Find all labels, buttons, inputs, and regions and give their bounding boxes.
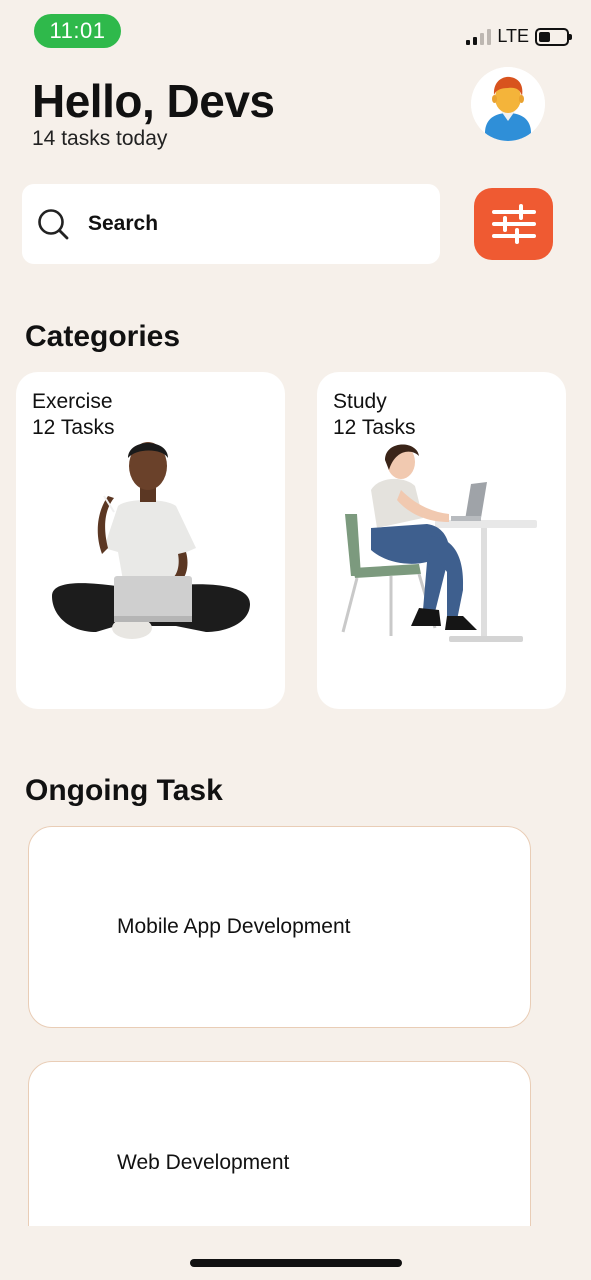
task-title: Web Development <box>117 1151 290 1174</box>
battery-icon <box>535 27 572 46</box>
avatar[interactable] <box>471 67 545 141</box>
sliders-icon <box>491 204 536 244</box>
tasks-today-count: 14 tasks today <box>32 127 168 150</box>
home-indicator[interactable] <box>190 1259 402 1267</box>
person-at-desk-illustration <box>341 444 537 642</box>
bottom-safe-area <box>0 1226 591 1280</box>
page-title: Hello, Devs <box>32 75 275 127</box>
search-input[interactable]: Search <box>88 212 158 236</box>
categories-heading: Categories <box>25 320 181 353</box>
person-with-laptop-illustration <box>52 442 250 639</box>
network-label: LTE <box>497 26 529 46</box>
category-card-study[interactable]: Study 12 Tasks <box>317 372 566 709</box>
status-time: 11:01 <box>34 14 121 48</box>
category-task-count: 12 Tasks <box>333 416 416 439</box>
category-card-exercise[interactable]: Exercise 12 Tasks <box>16 372 285 709</box>
category-name: Study <box>333 390 387 413</box>
filter-button[interactable] <box>474 188 553 260</box>
person-avatar-icon <box>471 67 545 141</box>
signal-icon <box>466 28 492 45</box>
search-bar[interactable]: Search <box>22 184 440 264</box>
search-icon <box>38 209 69 240</box>
status-indicators: LTE <box>466 26 572 47</box>
task-card[interactable]: Mobile App Development <box>28 826 531 1028</box>
ongoing-task-heading: Ongoing Task <box>25 774 223 807</box>
task-title: Mobile App Development <box>117 915 351 938</box>
category-name: Exercise <box>32 390 113 413</box>
